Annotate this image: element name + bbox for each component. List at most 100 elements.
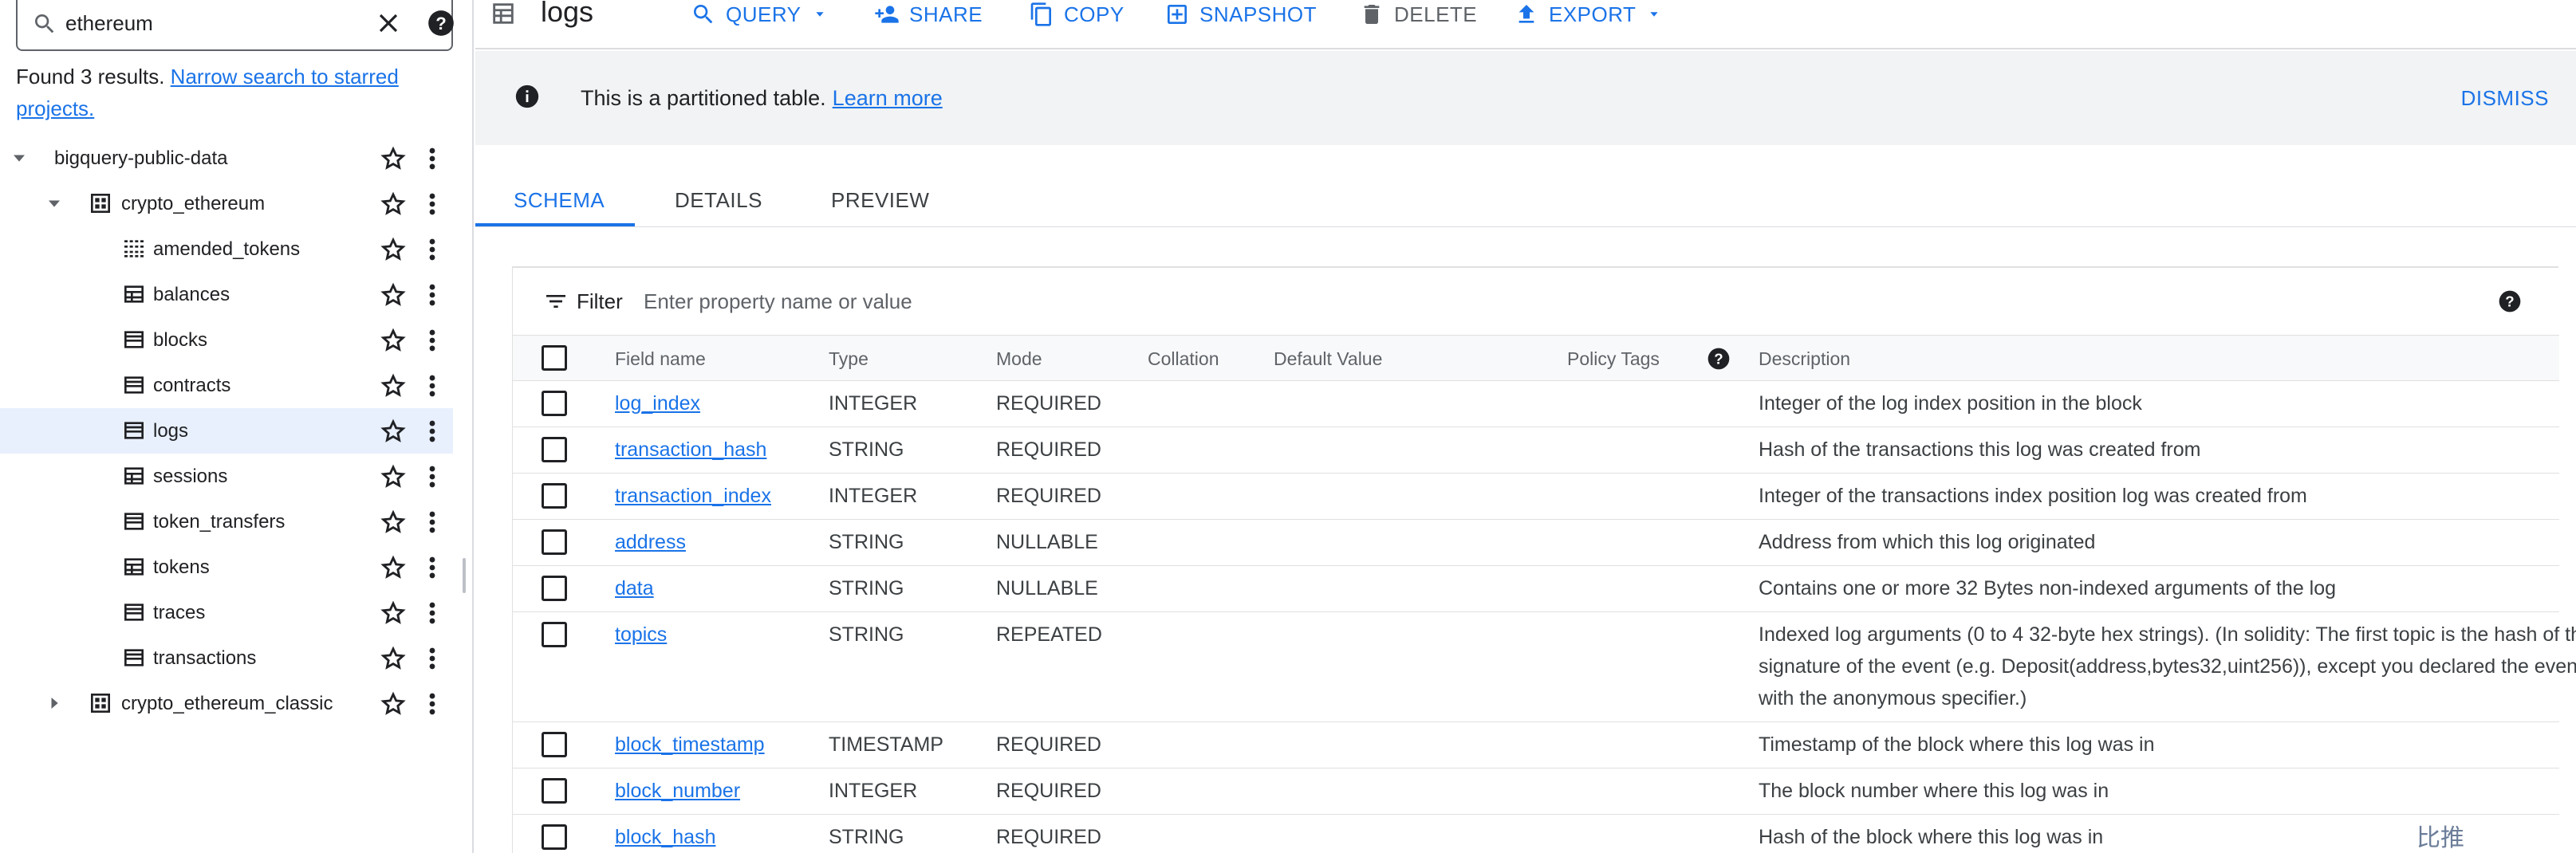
tree-item-logs[interactable]: logs — [0, 408, 453, 454]
field-name-link[interactable]: block_number — [615, 775, 740, 807]
field-description: Timestamp of the block where this log wa… — [1759, 733, 2155, 756]
tree-item-amended-tokens[interactable]: amended_tokens — [0, 226, 453, 272]
delete-button[interactable]: DELETE — [1359, 0, 1477, 29]
row-checkbox[interactable] — [542, 622, 567, 647]
tree-item-crypto-ethereum[interactable]: crypto_ethereum — [0, 181, 453, 226]
field-name-link[interactable]: block_hash — [615, 821, 715, 853]
field-name-link[interactable]: log_index — [615, 387, 700, 419]
star-icon[interactable] — [380, 463, 407, 490]
tree-item-crypto-ethereum-classic[interactable]: crypto_ethereum_classic — [0, 681, 453, 726]
row-checkbox[interactable] — [542, 576, 567, 601]
row-checkbox[interactable] — [542, 778, 567, 804]
tree-item-bigquery-public-data[interactable]: bigquery-public-data — [0, 136, 453, 181]
field-name-link[interactable]: data — [615, 572, 654, 604]
tree-item-label: transactions — [153, 647, 257, 669]
info-banner: This is a partitioned table. Learn more D… — [475, 51, 2576, 145]
row-checkbox[interactable] — [542, 483, 567, 509]
copy-button[interactable]: COPY — [1029, 0, 1125, 29]
help-icon[interactable]: ? — [1706, 346, 1731, 371]
table-row: topics STRING REPEATED Indexed log argument… — [513, 612, 2576, 722]
more-vert-icon[interactable] — [421, 145, 443, 172]
column-header-description: Description — [1759, 348, 1851, 369]
star-icon[interactable] — [380, 236, 407, 263]
column-header-default-value: Default Value — [1274, 348, 1383, 369]
more-vert-icon[interactable] — [421, 690, 443, 717]
chevron-down-icon[interactable] — [43, 192, 65, 214]
star-icon[interactable] — [380, 690, 407, 717]
page-title: logs — [541, 0, 594, 28]
star-icon[interactable] — [380, 281, 407, 309]
tree-item-contracts[interactable]: contracts — [0, 363, 453, 408]
share-button[interactable]: SHARE — [874, 0, 983, 29]
filter-bar[interactable]: Filter Enter property name or value ? — [513, 268, 2559, 335]
export-button[interactable]: EXPORT — [1514, 0, 1663, 29]
chevron-right-icon[interactable] — [43, 692, 65, 714]
more-vert-icon[interactable] — [421, 599, 443, 627]
more-vert-icon[interactable] — [421, 236, 443, 263]
query-button[interactable]: QUERY — [691, 0, 829, 29]
star-icon[interactable] — [380, 418, 407, 445]
select-all-checkbox[interactable] — [542, 345, 567, 371]
field-type: STRING — [829, 577, 904, 599]
field-name-link[interactable]: transaction_index — [615, 480, 771, 512]
more-vert-icon[interactable] — [421, 645, 443, 672]
close-icon[interactable] — [373, 8, 404, 38]
tab-preview[interactable]: PREVIEW — [831, 188, 929, 213]
star-icon[interactable] — [380, 645, 407, 672]
svg-text:?: ? — [1714, 351, 1723, 368]
field-name-link[interactable]: address — [615, 526, 686, 558]
search-box[interactable]: ethereum ? — [16, 0, 456, 51]
more-vert-icon[interactable] — [421, 509, 443, 536]
field-name-link[interactable]: transaction_hash — [615, 434, 766, 466]
field-name-link[interactable]: block_timestamp — [615, 729, 765, 761]
row-checkbox[interactable] — [542, 824, 567, 850]
watermark-logo: 比推 — [2416, 824, 2464, 852]
star-icon[interactable] — [380, 554, 407, 581]
chevron-down-icon[interactable] — [8, 147, 30, 169]
filter-input[interactable]: Enter property name or value — [644, 289, 912, 314]
tree-item-balances[interactable]: balances — [0, 272, 453, 317]
star-icon[interactable] — [380, 145, 407, 172]
table-row: log_index INTEGER REQUIRED Integer of the l… — [513, 381, 2559, 427]
star-icon[interactable] — [380, 509, 407, 536]
more-vert-icon[interactable] — [421, 463, 443, 490]
more-vert-icon[interactable] — [421, 372, 443, 399]
column-header-policy-tags: Policy Tags — [1567, 348, 1660, 370]
field-name-link[interactable]: topics — [615, 619, 667, 651]
svg-text:?: ? — [435, 14, 447, 33]
table-row: block_number INTEGER REQUIRED The block num… — [513, 768, 2559, 815]
tree-item-token-transfers[interactable]: token_transfers — [0, 499, 453, 544]
star-icon[interactable] — [380, 327, 407, 354]
table-icon — [493, 3, 514, 24]
more-vert-icon[interactable] — [421, 281, 443, 309]
snapshot-button[interactable]: SNAPSHOT — [1164, 0, 1317, 29]
learn-more-link[interactable]: Learn more — [833, 86, 943, 110]
row-checkbox[interactable] — [542, 437, 567, 462]
column-header-collation: Collation — [1148, 348, 1219, 369]
tab-schema[interactable]: SCHEMA — [514, 188, 605, 213]
panel-resize-handle[interactable] — [463, 558, 466, 593]
star-icon[interactable] — [380, 191, 407, 218]
row-checkbox[interactable] — [542, 391, 567, 416]
tree-item-blocks[interactable]: blocks — [0, 317, 453, 363]
tree-item-tokens[interactable]: tokens — [0, 544, 453, 590]
star-icon[interactable] — [380, 599, 407, 627]
field-mode: REQUIRED — [996, 438, 1101, 461]
tree-item-label: amended_tokens — [153, 238, 301, 260]
row-checkbox[interactable] — [542, 732, 567, 757]
tree-item-traces[interactable]: traces — [0, 590, 453, 635]
row-checkbox[interactable] — [542, 529, 567, 555]
tab-details[interactable]: DETAILS — [675, 188, 762, 213]
search-input[interactable]: ethereum — [65, 11, 153, 36]
tree-item-label: blocks — [153, 329, 208, 351]
more-vert-icon[interactable] — [421, 418, 443, 445]
tree-item-transactions[interactable]: transactions — [0, 635, 453, 681]
star-icon[interactable] — [380, 372, 407, 399]
help-icon[interactable]: ? — [426, 8, 456, 38]
more-vert-icon[interactable] — [421, 554, 443, 581]
more-vert-icon[interactable] — [421, 191, 443, 218]
dismiss-button[interactable]: DISMISS — [2461, 86, 2549, 111]
tree-item-sessions[interactable]: sessions — [0, 454, 453, 499]
help-icon[interactable]: ? — [2497, 289, 2523, 314]
more-vert-icon[interactable] — [421, 327, 443, 354]
